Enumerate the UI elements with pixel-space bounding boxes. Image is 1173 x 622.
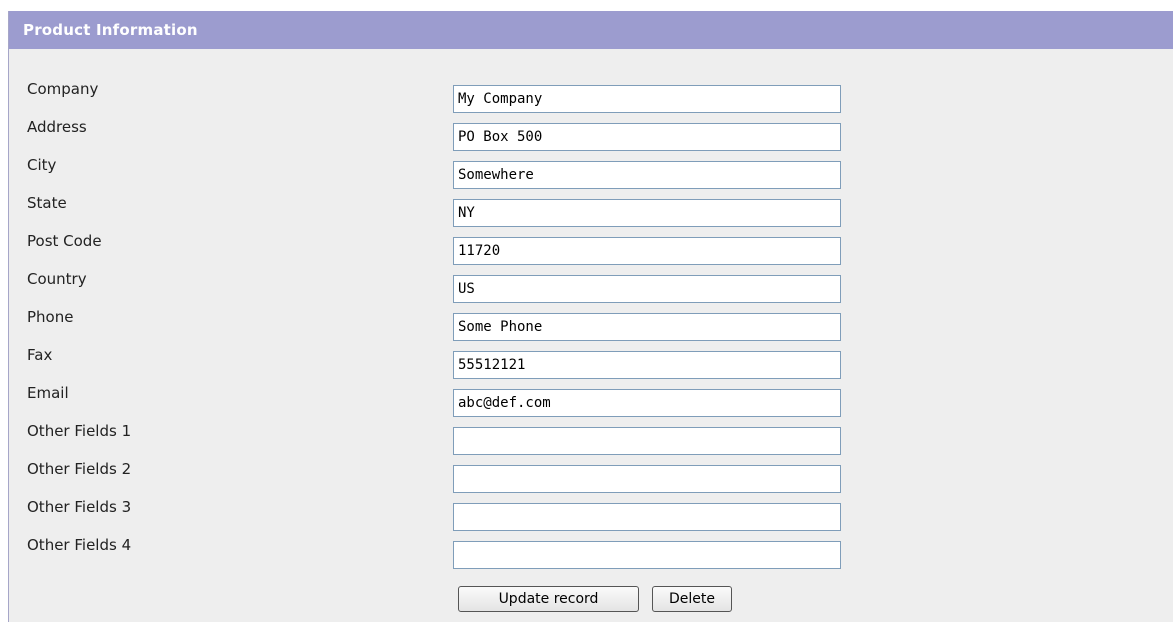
fax-label: Fax (27, 346, 53, 364)
other-fields-2-label: Other Fields 2 (27, 460, 132, 478)
post-code-field[interactable] (453, 237, 841, 265)
other-fields-4-field[interactable] (453, 541, 841, 569)
address-label: Address (27, 118, 87, 136)
other-fields-3-field[interactable] (453, 503, 841, 531)
post-code-label: Post Code (27, 232, 102, 250)
form-row-email: Email (9, 383, 1173, 417)
other-fields-3-label: Other Fields 3 (27, 498, 132, 516)
form-row-city: City (9, 155, 1173, 189)
email-field[interactable] (453, 389, 841, 417)
email-label: Email (27, 384, 69, 402)
country-field[interactable] (453, 275, 841, 303)
form-row-phone: Phone (9, 307, 1173, 341)
form-row-fax: Fax (9, 345, 1173, 379)
address-field[interactable] (453, 123, 841, 151)
form-row-state: State (9, 193, 1173, 227)
form-row-other-fields-2: Other Fields 2 (9, 459, 1173, 493)
state-label: State (27, 194, 67, 212)
form-row-country: Country (9, 269, 1173, 303)
city-label: City (27, 156, 57, 174)
form-actions: Update record Delete (458, 586, 732, 612)
phone-field[interactable] (453, 313, 841, 341)
fax-field[interactable] (453, 351, 841, 379)
country-label: Country (27, 270, 87, 288)
form-row-other-fields-3: Other Fields 3 (9, 497, 1173, 531)
city-field[interactable] (453, 161, 841, 189)
company-field[interactable] (453, 85, 841, 113)
product-information-panel: Product Information Company Address City… (8, 11, 1173, 622)
phone-label: Phone (27, 308, 74, 326)
update-record-button[interactable]: Update record (458, 586, 639, 612)
form-row-company: Company (9, 79, 1173, 113)
company-label: Company (27, 80, 99, 98)
form-row-post-code: Post Code (9, 231, 1173, 265)
state-field[interactable] (453, 199, 841, 227)
other-fields-4-label: Other Fields 4 (27, 536, 132, 554)
form-row-other-fields-4: Other Fields 4 (9, 535, 1173, 569)
other-fields-1-field[interactable] (453, 427, 841, 455)
other-fields-2-field[interactable] (453, 465, 841, 493)
other-fields-1-label: Other Fields 1 (27, 422, 132, 440)
form-row-address: Address (9, 117, 1173, 151)
delete-button[interactable]: Delete (652, 586, 732, 612)
form-row-other-fields-1: Other Fields 1 (9, 421, 1173, 455)
panel-title: Product Information (9, 11, 1173, 49)
